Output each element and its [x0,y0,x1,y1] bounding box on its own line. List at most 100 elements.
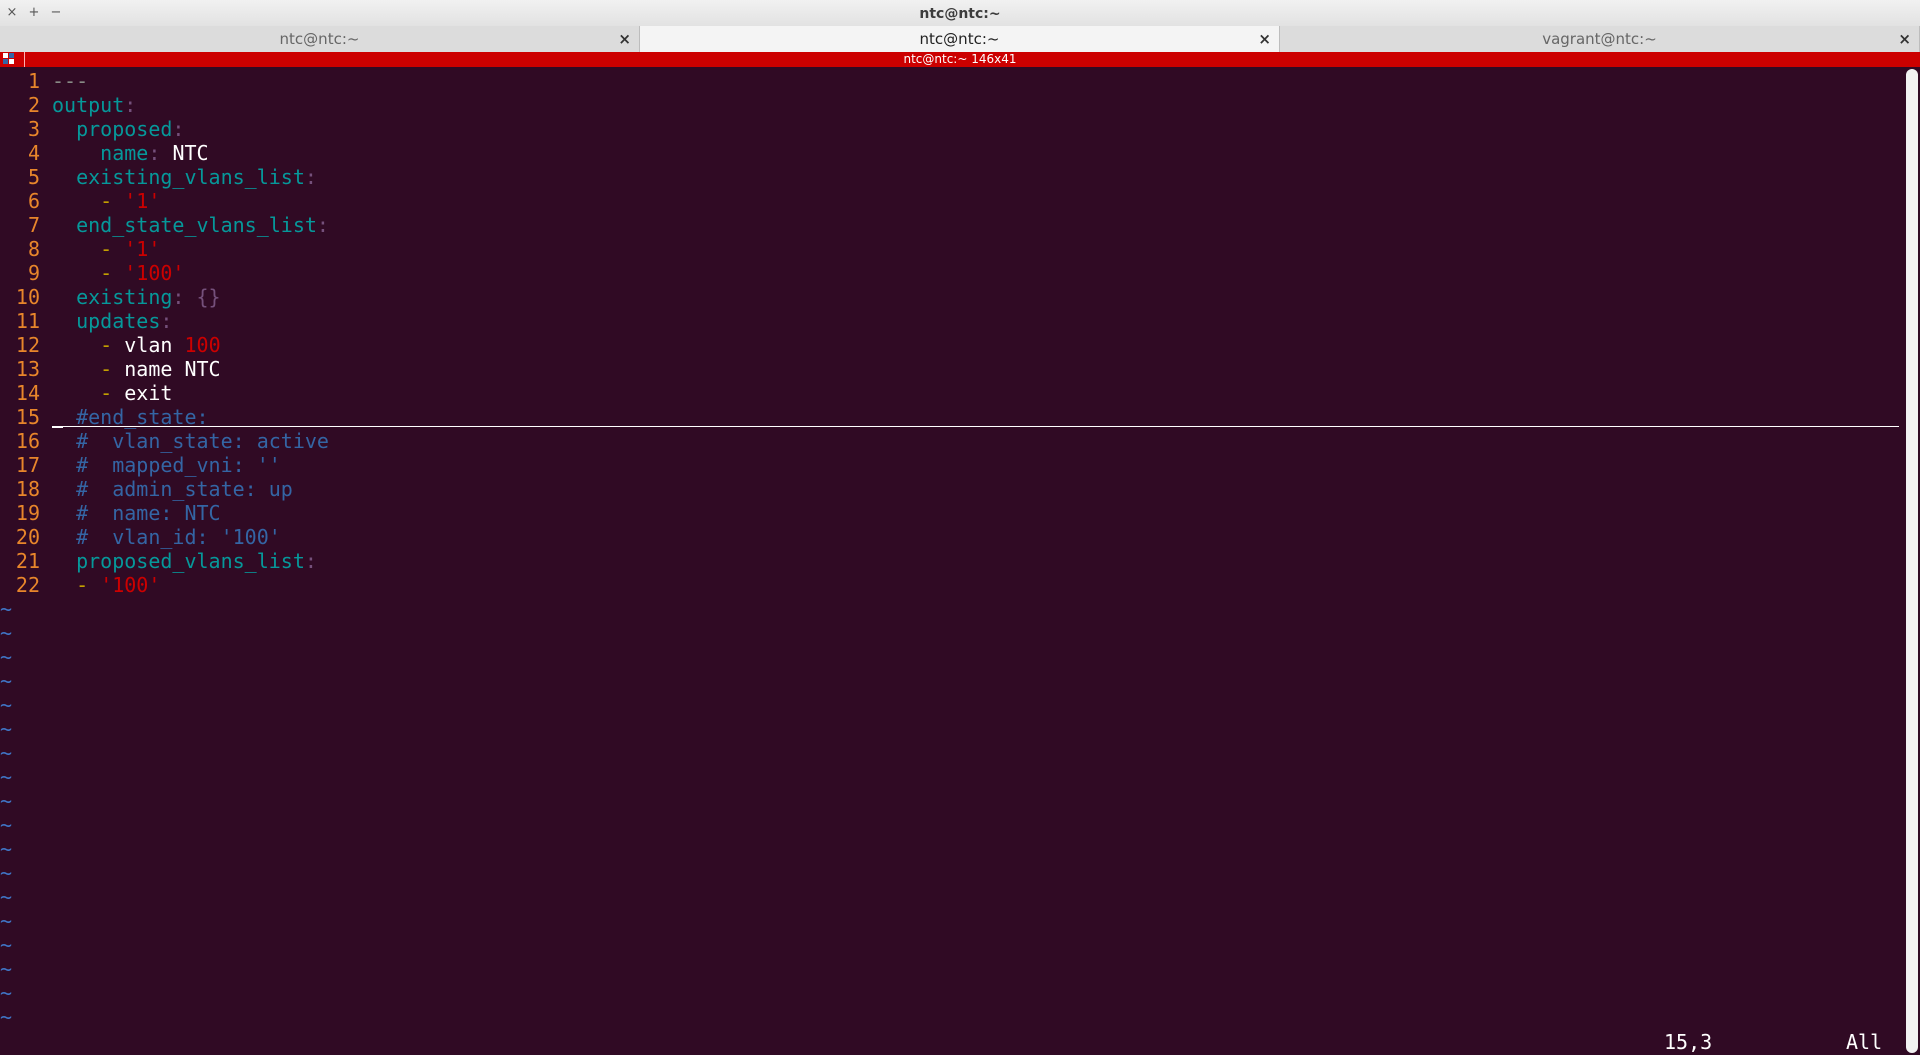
code-token: : [172,117,185,141]
editor-line-7: 7 end_state_vlans_list: [0,213,329,237]
tab-label: ntc@ntc:~ [919,30,1000,48]
line-content: proposed_vlans_list: [40,549,317,573]
line-content: end_state_vlans_list: [40,213,329,237]
code-token: : [160,309,173,333]
line-number: 6 [27,189,40,213]
line-number: 2 [27,93,40,117]
cursor-line-highlight [54,426,1899,427]
line-number: 16 [15,429,40,453]
editor-line-22: 22 - '100' [0,573,161,597]
line-number: 21 [15,549,40,573]
code-token: '100' [124,261,185,285]
line-number: 17 [15,453,40,477]
editor-line-6: 6 - '1' [0,189,160,213]
scrollbar[interactable] [1906,69,1918,1053]
line-content: - '1' [40,189,160,213]
empty-line-tilde: ~ [0,597,13,621]
editor-line-3: 3 proposed: [0,117,185,141]
line-content: output: [40,93,136,117]
line-number: 18 [15,477,40,501]
line-number: 10 [15,285,40,309]
code-token: existing [76,285,173,309]
code-token: name [100,141,149,165]
line-number: 13 [15,357,40,381]
editor-line-5: 5 existing_vlans_list: [0,165,317,189]
empty-line-tilde: ~ [0,717,13,741]
code-token: : [316,213,329,237]
code-token: --- [52,69,89,93]
line-content: updates: [40,309,172,333]
line-content: existing: {} [40,285,221,309]
line-number: 15 [15,405,40,429]
code-token: - [100,189,125,213]
code-token: - [100,333,125,357]
tab-close-icon[interactable]: × [1258,26,1271,52]
text-cursor [52,426,63,428]
tab-3[interactable]: vagrant@ntc:~ × [1280,26,1920,52]
code-token: vlan [124,333,185,357]
line-number: 20 [15,525,40,549]
empty-line-tilde: ~ [0,813,13,837]
code-token: # vlan_state: active [76,429,329,453]
terminal-header: ntc@ntc:~ 146x41 [0,52,1920,67]
line-number: 7 [27,213,40,237]
code-token: # admin_state: up [76,477,293,501]
line-content: name: NTC [40,141,209,165]
editor-line-21: 21 proposed_vlans_list: [0,549,317,573]
code-token: '1' [124,237,161,261]
empty-line-tilde: ~ [0,1005,13,1029]
line-content: existing_vlans_list: [40,165,317,189]
tab-close-icon[interactable]: × [1898,26,1911,52]
line-content: proposed: [40,117,184,141]
editor-line-17: 17 # mapped_vni: '' [0,453,281,477]
empty-line-tilde: ~ [0,837,13,861]
code-token: output [52,93,125,117]
editor-line-20: 20 # vlan_id: '100' [0,525,281,549]
tab-1[interactable]: ntc@ntc:~ × [0,26,640,52]
empty-line-tilde: ~ [0,957,13,981]
code-token: 100 [184,333,221,357]
line-number: 3 [27,117,40,141]
editor-line-1: 1 --- [0,69,88,93]
line-number: 4 [27,141,40,165]
tab-label: ntc@ntc:~ [279,30,360,48]
empty-line-tilde: ~ [0,741,13,765]
vim-editor[interactable]: 1 --- 2 output: 3 proposed: 4 name: NTC 5 exis… [0,67,1904,1055]
editor-line-16: 16 # vlan_state: active [0,429,329,453]
empty-line-tilde: ~ [0,669,13,693]
editor-line-10: 10 existing: {} [0,285,221,309]
editor-line-13: 13 - name NTC [0,357,221,381]
line-content: # name: NTC [40,501,221,525]
line-number: 9 [27,261,40,285]
empty-line-tilde: ~ [0,885,13,909]
tab-close-icon[interactable]: × [618,26,631,52]
editor-line-11: 11 updates: [0,309,173,333]
tab-2-active[interactable]: ntc@ntc:~ × [640,26,1280,52]
line-number: 1 [27,69,40,93]
editor-line-19: 19 # name: NTC [0,501,221,525]
code-token: exit [124,381,173,405]
empty-line-tilde: ~ [0,621,13,645]
code-token: : [304,549,317,573]
editor-line-2: 2 output: [0,93,136,117]
code-token: NTC [172,141,209,165]
line-number: 8 [27,237,40,261]
code-token: : [304,165,317,189]
line-content: - exit [40,381,172,405]
line-content: # mapped_vni: '' [40,453,281,477]
window-titlebar: × + − ntc@ntc:~ [0,0,1920,27]
code-token: '100' [100,573,161,597]
code-token: - [100,381,125,405]
code-token: - [100,261,125,285]
